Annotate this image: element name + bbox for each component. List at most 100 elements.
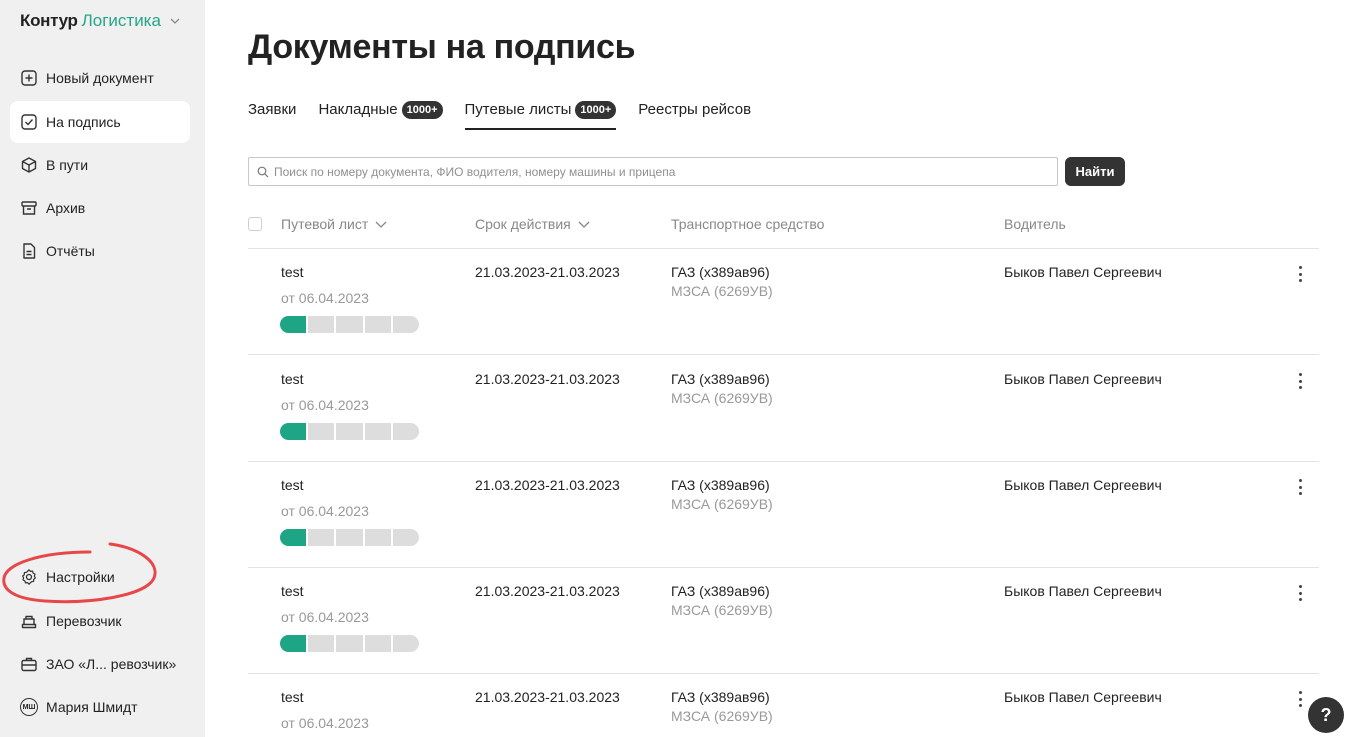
progress-step <box>392 316 420 333</box>
select-all-checkbox[interactable] <box>248 217 262 231</box>
tab-invoices[interactable]: Накладные 1000+ <box>318 97 443 130</box>
sidebar-item-carrier[interactable]: Перевозчик <box>10 600 190 642</box>
vehicle: ГАЗ (х389ав96) <box>671 583 770 599</box>
brand-name: Контур <box>20 11 78 30</box>
doc-name[interactable]: test <box>281 371 304 387</box>
vehicle: ГАЗ (х389ав96) <box>671 371 770 387</box>
more-menu-icon[interactable] <box>1292 583 1308 603</box>
progress-step <box>308 316 335 333</box>
driver: Быков Павел Сергеевич <box>1004 689 1162 705</box>
table-row[interactable]: test от 06.04.2023 21.03.2023-21.03.2023… <box>248 675 1319 737</box>
progress-step <box>364 529 391 546</box>
table-row[interactable]: test от 06.04.2023 21.03.2023-21.03.2023… <box>248 462 1319 568</box>
sidebar-item-label: На подпись <box>46 114 121 130</box>
column-header-validity[interactable]: Срок действия <box>475 216 591 232</box>
doc-date: от 06.04.2023 <box>281 715 369 731</box>
plus-square-icon <box>21 70 37 86</box>
search-button[interactable]: Найти <box>1065 157 1125 186</box>
brand-product: Логистика <box>81 11 161 30</box>
driver: Быков Павел Сергеевич <box>1004 583 1162 599</box>
driver: Быков Павел Сергеевич <box>1004 477 1162 493</box>
cube-icon <box>21 157 37 173</box>
gear-icon <box>22 569 36 585</box>
more-menu-icon[interactable] <box>1292 477 1308 497</box>
more-menu-icon[interactable] <box>1292 371 1308 391</box>
doc-name[interactable]: test <box>281 689 304 705</box>
more-menu-icon[interactable] <box>1292 264 1308 284</box>
table-row[interactable]: test от 06.04.2023 21.03.2023-21.03.2023… <box>248 356 1319 462</box>
sidebar-item-label: Мария Шмидт <box>46 699 138 715</box>
table-row[interactable]: test от 06.04.2023 21.03.2023-21.03.2023… <box>248 249 1319 355</box>
doc-name[interactable]: test <box>281 477 304 493</box>
progress-step <box>336 529 363 546</box>
doc-name[interactable]: test <box>281 264 304 280</box>
report-icon <box>23 243 36 259</box>
progress-step <box>336 423 363 440</box>
signing-progress <box>280 423 420 440</box>
table-header: Путевой лист Срок действия Транспортное … <box>248 212 1319 249</box>
tab-waybills[interactable]: Путевые листы 1000+ <box>464 97 617 130</box>
sidebar-item-archive[interactable]: Архив <box>10 187 190 229</box>
sidebar-item-to-sign[interactable]: На подпись <box>10 101 190 143</box>
doc-name[interactable]: test <box>281 583 304 599</box>
progress-step <box>392 635 420 652</box>
sidebar-item-settings[interactable]: Настройки <box>10 556 190 598</box>
progress-step <box>392 423 420 440</box>
briefcase-icon <box>21 657 37 672</box>
count-badge: 1000+ <box>575 101 617 119</box>
sidebar-item-profile[interactable]: МШ Мария Шмидт <box>10 686 190 728</box>
validity-period: 21.03.2023-21.03.2023 <box>475 583 620 599</box>
doc-date: от 06.04.2023 <box>281 397 369 413</box>
sidebar-item-label: Отчёты <box>46 243 95 259</box>
trailer: МЗСА (6269УВ) <box>671 390 773 406</box>
trailer: МЗСА (6269УВ) <box>671 708 773 724</box>
app: Контур Логистика Новый документ На подпи… <box>0 0 1349 737</box>
progress-step <box>392 529 420 546</box>
driver: Быков Павел Сергеевич <box>1004 264 1162 280</box>
trailer: МЗСА (6269УВ) <box>671 602 773 618</box>
table-row[interactable]: test от 06.04.2023 21.03.2023-21.03.2023… <box>248 568 1319 674</box>
sidebar-item-organization[interactable]: ЗАО «Л... ревозчик» <box>10 643 190 685</box>
tab-trip-registers[interactable]: Реестры рейсов <box>638 97 751 130</box>
sidebar-item-label: В пути <box>46 157 89 173</box>
main: Документы на подпись Заявки Накладные 10… <box>248 0 1349 737</box>
progress-step <box>280 529 307 546</box>
help-button[interactable]: ? <box>1308 697 1344 733</box>
page-title: Документы на подпись <box>248 28 636 66</box>
doc-date: от 06.04.2023 <box>281 290 369 306</box>
trailer: МЗСА (6269УВ) <box>671 283 773 299</box>
check-square-icon <box>21 114 37 130</box>
validity-period: 21.03.2023-21.03.2023 <box>475 371 620 387</box>
signing-progress <box>280 529 420 546</box>
vehicle: ГАЗ (х389ав96) <box>671 689 770 705</box>
progress-step <box>280 423 307 440</box>
progress-step <box>364 423 391 440</box>
tab-label: Путевые листы <box>464 101 572 118</box>
signing-progress <box>280 316 420 333</box>
vehicle: ГАЗ (х389ав96) <box>671 264 770 280</box>
archive-icon <box>21 201 37 215</box>
sidebar: Контур Логистика Новый документ На подпи… <box>0 0 205 737</box>
chevron-down-icon <box>375 221 387 228</box>
sidebar-item-in-transit[interactable]: В пути <box>10 144 190 186</box>
validity-period: 21.03.2023-21.03.2023 <box>475 264 620 280</box>
column-header-waybill[interactable]: Путевой лист <box>281 216 388 232</box>
tab-requests[interactable]: Заявки <box>248 97 296 130</box>
progress-step <box>280 635 307 652</box>
sidebar-item-label: ЗАО «Л... ревозчик» <box>46 656 177 672</box>
doc-date: от 06.04.2023 <box>281 609 369 625</box>
driver: Быков Павел Сергеевич <box>1004 371 1162 387</box>
search-icon <box>257 166 269 177</box>
vehicle: ГАЗ (х389ав96) <box>671 477 770 493</box>
carrier-icon <box>21 615 37 629</box>
sidebar-item-reports[interactable]: Отчёты <box>10 230 190 272</box>
sidebar-item-new-document[interactable]: Новый документ <box>10 57 190 99</box>
chevron-down-icon <box>578 221 590 228</box>
progress-step <box>308 635 335 652</box>
tab-label: Накладные <box>318 101 398 118</box>
more-menu-icon[interactable] <box>1292 689 1308 709</box>
search-input[interactable] <box>274 164 1034 179</box>
brand-switcher[interactable]: Контур Логистика <box>20 10 181 32</box>
progress-step <box>336 635 363 652</box>
tab-label: Заявки <box>248 101 297 118</box>
